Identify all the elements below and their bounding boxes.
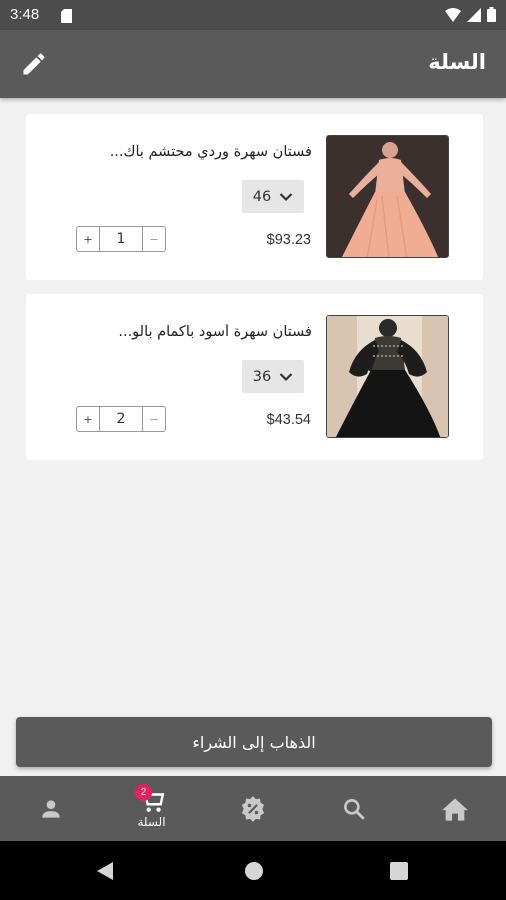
product-image[interactable] [326, 315, 449, 438]
recents-icon[interactable] [390, 862, 408, 880]
pink-dress-image [327, 136, 448, 257]
signal-icon [467, 7, 481, 22]
product-image[interactable] [326, 135, 449, 258]
profile-icon [41, 799, 60, 818]
app-bar: السلة [0, 30, 506, 98]
quantity-stepper: + 2 − [76, 406, 166, 432]
cart-item[interactable]: فستان سهرة أسود بأكمام بالو... 36 $43.54… [26, 294, 483, 460]
page-title: السلة [428, 50, 486, 74]
product-title[interactable]: فستان سهرة وردي محتشم بأك... [62, 144, 312, 160]
home-icon [441, 798, 468, 821]
nav-home[interactable] [404, 776, 505, 841]
checkout-button[interactable]: الذهاب إلى الشراء [16, 717, 492, 767]
battery-icon [487, 7, 496, 22]
size-dropdown[interactable]: 46 [242, 180, 304, 213]
discount-icon [241, 795, 264, 822]
size-dropdown[interactable]: 36 [242, 360, 304, 393]
quantity-value: 2 [99, 407, 143, 431]
cart-count-badge: 2 [135, 784, 152, 801]
status-bar: 3:48 [0, 0, 506, 30]
nav-offers[interactable] [202, 776, 303, 841]
sd-card-icon [61, 9, 72, 23]
nav-profile[interactable] [0, 776, 101, 841]
wifi-icon [445, 7, 461, 22]
size-value: 36 [252, 368, 272, 385]
cart-item[interactable]: فستان سهرة وردي محتشم بأك... 46 $93.23 +… [26, 114, 483, 280]
search-icon [343, 798, 365, 820]
pencil-icon [23, 53, 45, 75]
nav-search[interactable] [303, 776, 404, 841]
size-value: 46 [252, 188, 272, 205]
chevron-down-icon [279, 372, 293, 381]
black-dress-image [327, 316, 448, 437]
status-time: 3:48 [10, 6, 40, 23]
product-price: $93.23 [266, 232, 311, 248]
bottom-navigation: السلة 2 [0, 776, 506, 841]
edit-button[interactable] [20, 50, 50, 80]
home-circle-icon[interactable] [244, 861, 264, 881]
quantity-stepper: + 1 − [76, 226, 166, 252]
decrease-button[interactable]: − [143, 227, 165, 251]
increase-button[interactable]: + [77, 407, 99, 431]
decrease-button[interactable]: − [143, 407, 165, 431]
system-navigation-bar [0, 841, 506, 900]
nav-cart[interactable]: السلة 2 [101, 776, 202, 841]
chevron-down-icon [279, 192, 293, 201]
product-title[interactable]: فستان سهرة أسود بأكمام بالو... [62, 324, 312, 340]
nav-cart-label: السلة [137, 814, 166, 829]
increase-button[interactable]: + [77, 227, 99, 251]
product-price: $43.54 [266, 412, 311, 428]
back-icon[interactable] [95, 861, 115, 881]
quantity-value: 1 [99, 227, 143, 251]
